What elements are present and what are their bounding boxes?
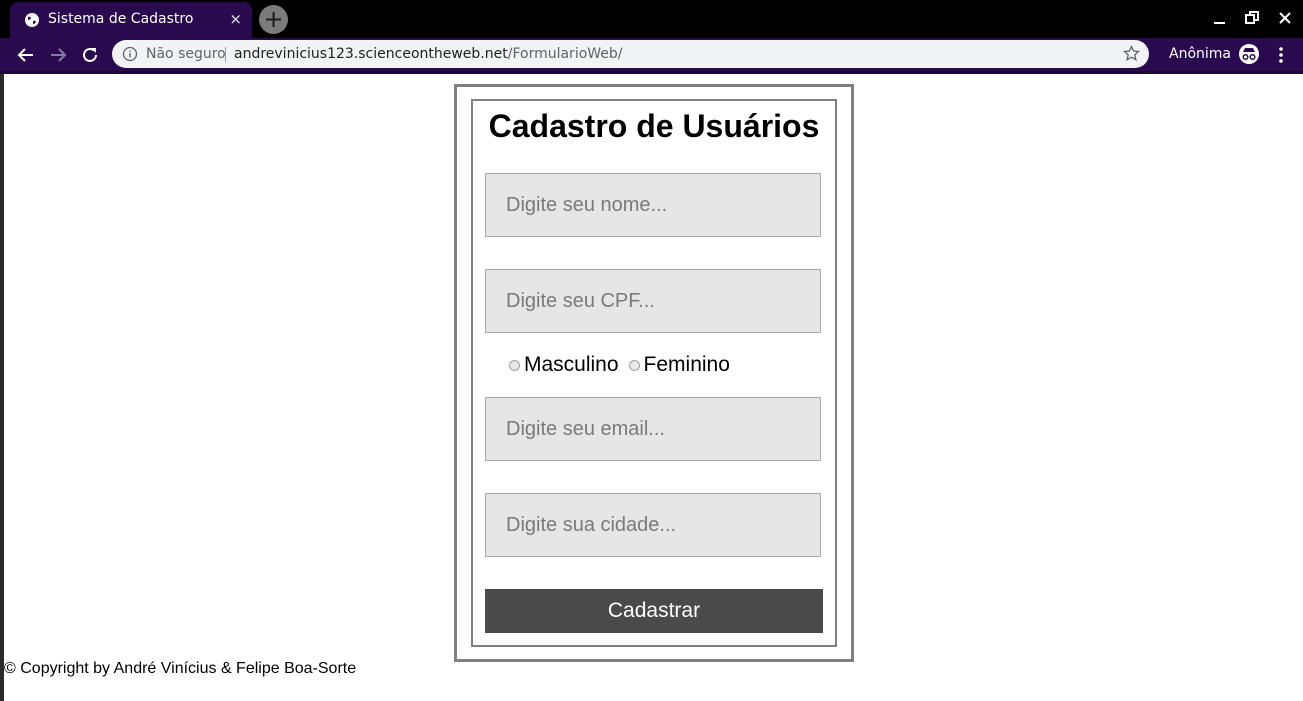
toolbar-edge [0,71,1303,74]
new-tab-button[interactable]: + [259,5,288,34]
browser-toolbar: Não seguro andrevinicius123.scienceonthe… [0,38,1303,71]
back-arrow-icon[interactable] [15,44,37,66]
tab-title: Sistema de Cadastro [48,11,194,27]
radio-female[interactable] [628,359,640,371]
url-text[interactable]: andrevinicius123.scienceontheweb.net/For… [234,46,623,62]
incognito-icon[interactable] [1238,43,1260,65]
copyright-footer: © Copyright by André Vinícius & Felipe B… [4,660,357,677]
bookmark-star-icon[interactable] [1123,45,1140,62]
info-icon[interactable] [122,46,138,62]
cpf-input[interactable] [485,269,821,333]
separator [225,47,226,62]
restore-icon[interactable] [1242,8,1262,28]
window-edge [0,74,4,701]
browser-tab[interactable]: Sistema de Cadastro × [10,2,252,38]
forward-arrow-icon[interactable] [47,44,69,66]
security-label[interactable]: Não seguro [146,46,226,62]
reload-icon[interactable] [79,44,101,66]
address-bar[interactable]: Não seguro andrevinicius123.scienceonthe… [112,40,1149,68]
tab-close-icon[interactable]: × [229,10,242,28]
city-input[interactable] [485,493,821,557]
name-input[interactable] [485,173,821,237]
browser-titlebar: Sistema de Cadastro × + [0,0,1303,38]
registration-form-container: Cadastro de Usuários Masculino Feminino … [454,84,854,662]
menu-dots-icon[interactable] [1272,45,1290,65]
url-host: andrevinicius123.scienceontheweb.net [234,46,508,62]
submit-button[interactable]: Cadastrar [485,589,823,633]
url-path: /FormularioWeb/ [507,46,623,62]
radio-male-label[interactable]: Masculino [524,353,619,377]
radio-female-label[interactable]: Feminino [644,353,730,377]
close-window-icon[interactable] [1275,8,1295,28]
gender-radio-group: Masculino Feminino [509,352,740,378]
registration-form: Cadastro de Usuários Masculino Feminino … [471,99,837,647]
email-input[interactable] [485,397,821,461]
radio-male[interactable] [509,359,520,371]
form-title: Cadastro de Usuários [488,108,820,144]
globe-icon [25,13,39,27]
minimize-icon[interactable] [1210,8,1230,28]
profile-label[interactable]: Anônima [1169,46,1231,62]
